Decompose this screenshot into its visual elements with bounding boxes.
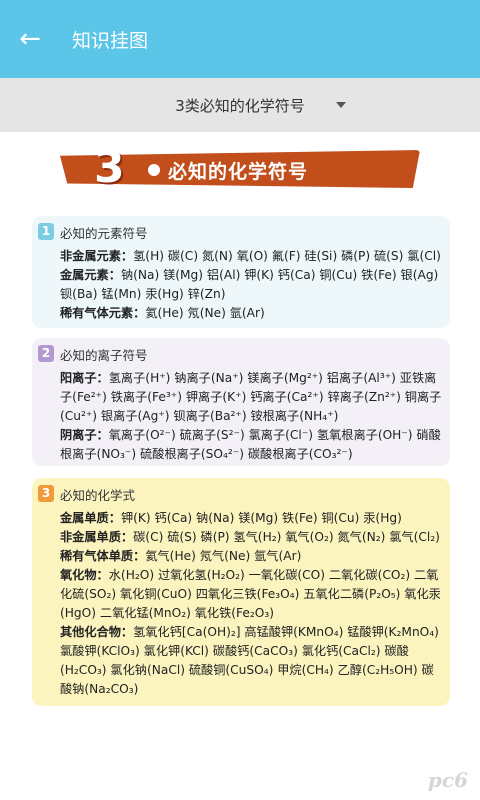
line-text: 碳(C) 硫(S) 磷(P) 氢气(H₂) 氧气(O₂) 氮气(N₂) 氯气(C… [133,530,440,544]
watermark-logo: pc6 [427,768,468,792]
section-card-chemical-formulas: 3 必知的化学式 金属单质：钾(K) 钙(Ca) 钠(Na) 镁(Mg) 铁(F… [32,478,450,706]
category-dropdown[interactable]: 3类必知的化学符号 [0,78,480,132]
section-line: 其他化合物：氢氧化钙[Ca(OH)₂] 高锰酸钾(KMnO₄) 锰酸钾(K₂Mn… [60,623,442,699]
section-title: 必知的化学式 [60,488,136,503]
section-number-badge: 2 [38,345,54,362]
line-label: 非金属单质： [60,530,134,544]
line-text: 氦气(He) 氖气(Ne) 氩气(Ar) [145,549,302,563]
section-line: 氧化物：水(H₂O) 过氧化氢(H₂O₂) 一氧化碳(CO) 二氧化碳(CO₂)… [60,566,442,623]
line-label: 稀有气体单质： [60,549,146,563]
section-line: 阴离子：氧离子(O²⁻) 硫离子(S²⁻) 氯离子(Cl⁻) 氢氧根离子(OH⁻… [60,426,442,464]
section-line: 阳离子：氢离子(H⁺) 钠离子(Na⁺) 镁离子(Mg²⁺) 铝离子(Al³⁺)… [60,369,442,426]
line-label: 稀有气体元素： [60,306,146,320]
back-button[interactable]: ← [0,0,60,78]
section-line: 稀有气体单质：氦气(He) 氖气(Ne) 氩气(Ar) [60,547,442,566]
line-text: 钾(K) 钙(Ca) 钠(Na) 镁(Mg) 铁(Fe) 铜(Cu) 汞(Hg) [120,511,402,525]
line-text: 水(H₂O) 过氧化氢(H₂O₂) 一氧化碳(CO) 二氧化碳(CO₂) 二氧化… [60,568,441,620]
section-line: 非金属单质：碳(C) 硫(S) 磷(P) 氢气(H₂) 氧气(O₂) 氮气(N₂… [60,528,442,547]
line-text: 氢离子(H⁺) 钠离子(Na⁺) 镁离子(Mg²⁺) 铝离子(Al³⁺) 亚铁离… [60,371,442,423]
section-card-ion-symbols: 2 必知的离子符号 阳离子：氢离子(H⁺) 钠离子(Na⁺) 镁离子(Mg²⁺)… [32,338,450,466]
chart-banner: 3 必知的化学符号 [60,142,420,194]
back-arrow-icon: ← [19,24,41,54]
section-line: 金属元素：钠(Na) 镁(Mg) 铝(Al) 钾(K) 钙(Ca) 铜(Cu) … [60,266,442,304]
line-label: 氧化物： [60,568,109,582]
wallchart-image: 3 必知的化学符号 1 必知的元素符号 非金属元素：氢(H) 碳(C) 氮(N)… [0,132,480,800]
section-line: 金属单质：钾(K) 钙(Ca) 钠(Na) 镁(Mg) 铁(Fe) 铜(Cu) … [60,509,442,528]
line-label: 非金属元素： [60,249,134,263]
banner-number: 3 [94,142,125,193]
line-text: 氦(He) 氖(Ne) 氩(Ar) [145,306,265,320]
category-dropdown-value: 3类必知的化学符号 [175,96,305,115]
line-label: 阴离子： [60,428,109,442]
line-label: 金属单质： [60,511,121,525]
section-title: 必知的离子符号 [60,348,148,363]
banner-dot-icon [148,164,160,176]
line-text: 氧离子(O²⁻) 硫离子(S²⁻) 氯离子(Cl⁻) 氢氧根离子(OH⁻) 硝酸… [60,428,441,461]
page-title: 知识挂图 [72,29,149,52]
chevron-down-icon [336,102,346,108]
section-number-badge: 3 [38,485,54,502]
line-text: 氢(H) 碳(C) 氮(N) 氧(O) 氟(F) 硅(Si) 磷(P) 硫(S)… [133,249,441,263]
section-line: 非金属元素：氢(H) 碳(C) 氮(N) 氧(O) 氟(F) 硅(Si) 磷(P… [60,247,442,266]
line-label: 其他化合物： [60,625,134,639]
section-number-badge: 1 [38,223,54,240]
section-line: 稀有气体元素：氦(He) 氖(Ne) 氩(Ar) [60,304,442,323]
banner-title: 必知的化学符号 [168,161,309,183]
line-label: 阳离子： [60,371,109,385]
line-label: 金属元素： [60,268,121,282]
section-title: 必知的元素符号 [60,226,148,241]
app-bar: ← 知识挂图 [0,0,480,78]
section-card-element-symbols: 1 必知的元素符号 非金属元素：氢(H) 碳(C) 氮(N) 氧(O) 氟(F)… [32,216,450,328]
